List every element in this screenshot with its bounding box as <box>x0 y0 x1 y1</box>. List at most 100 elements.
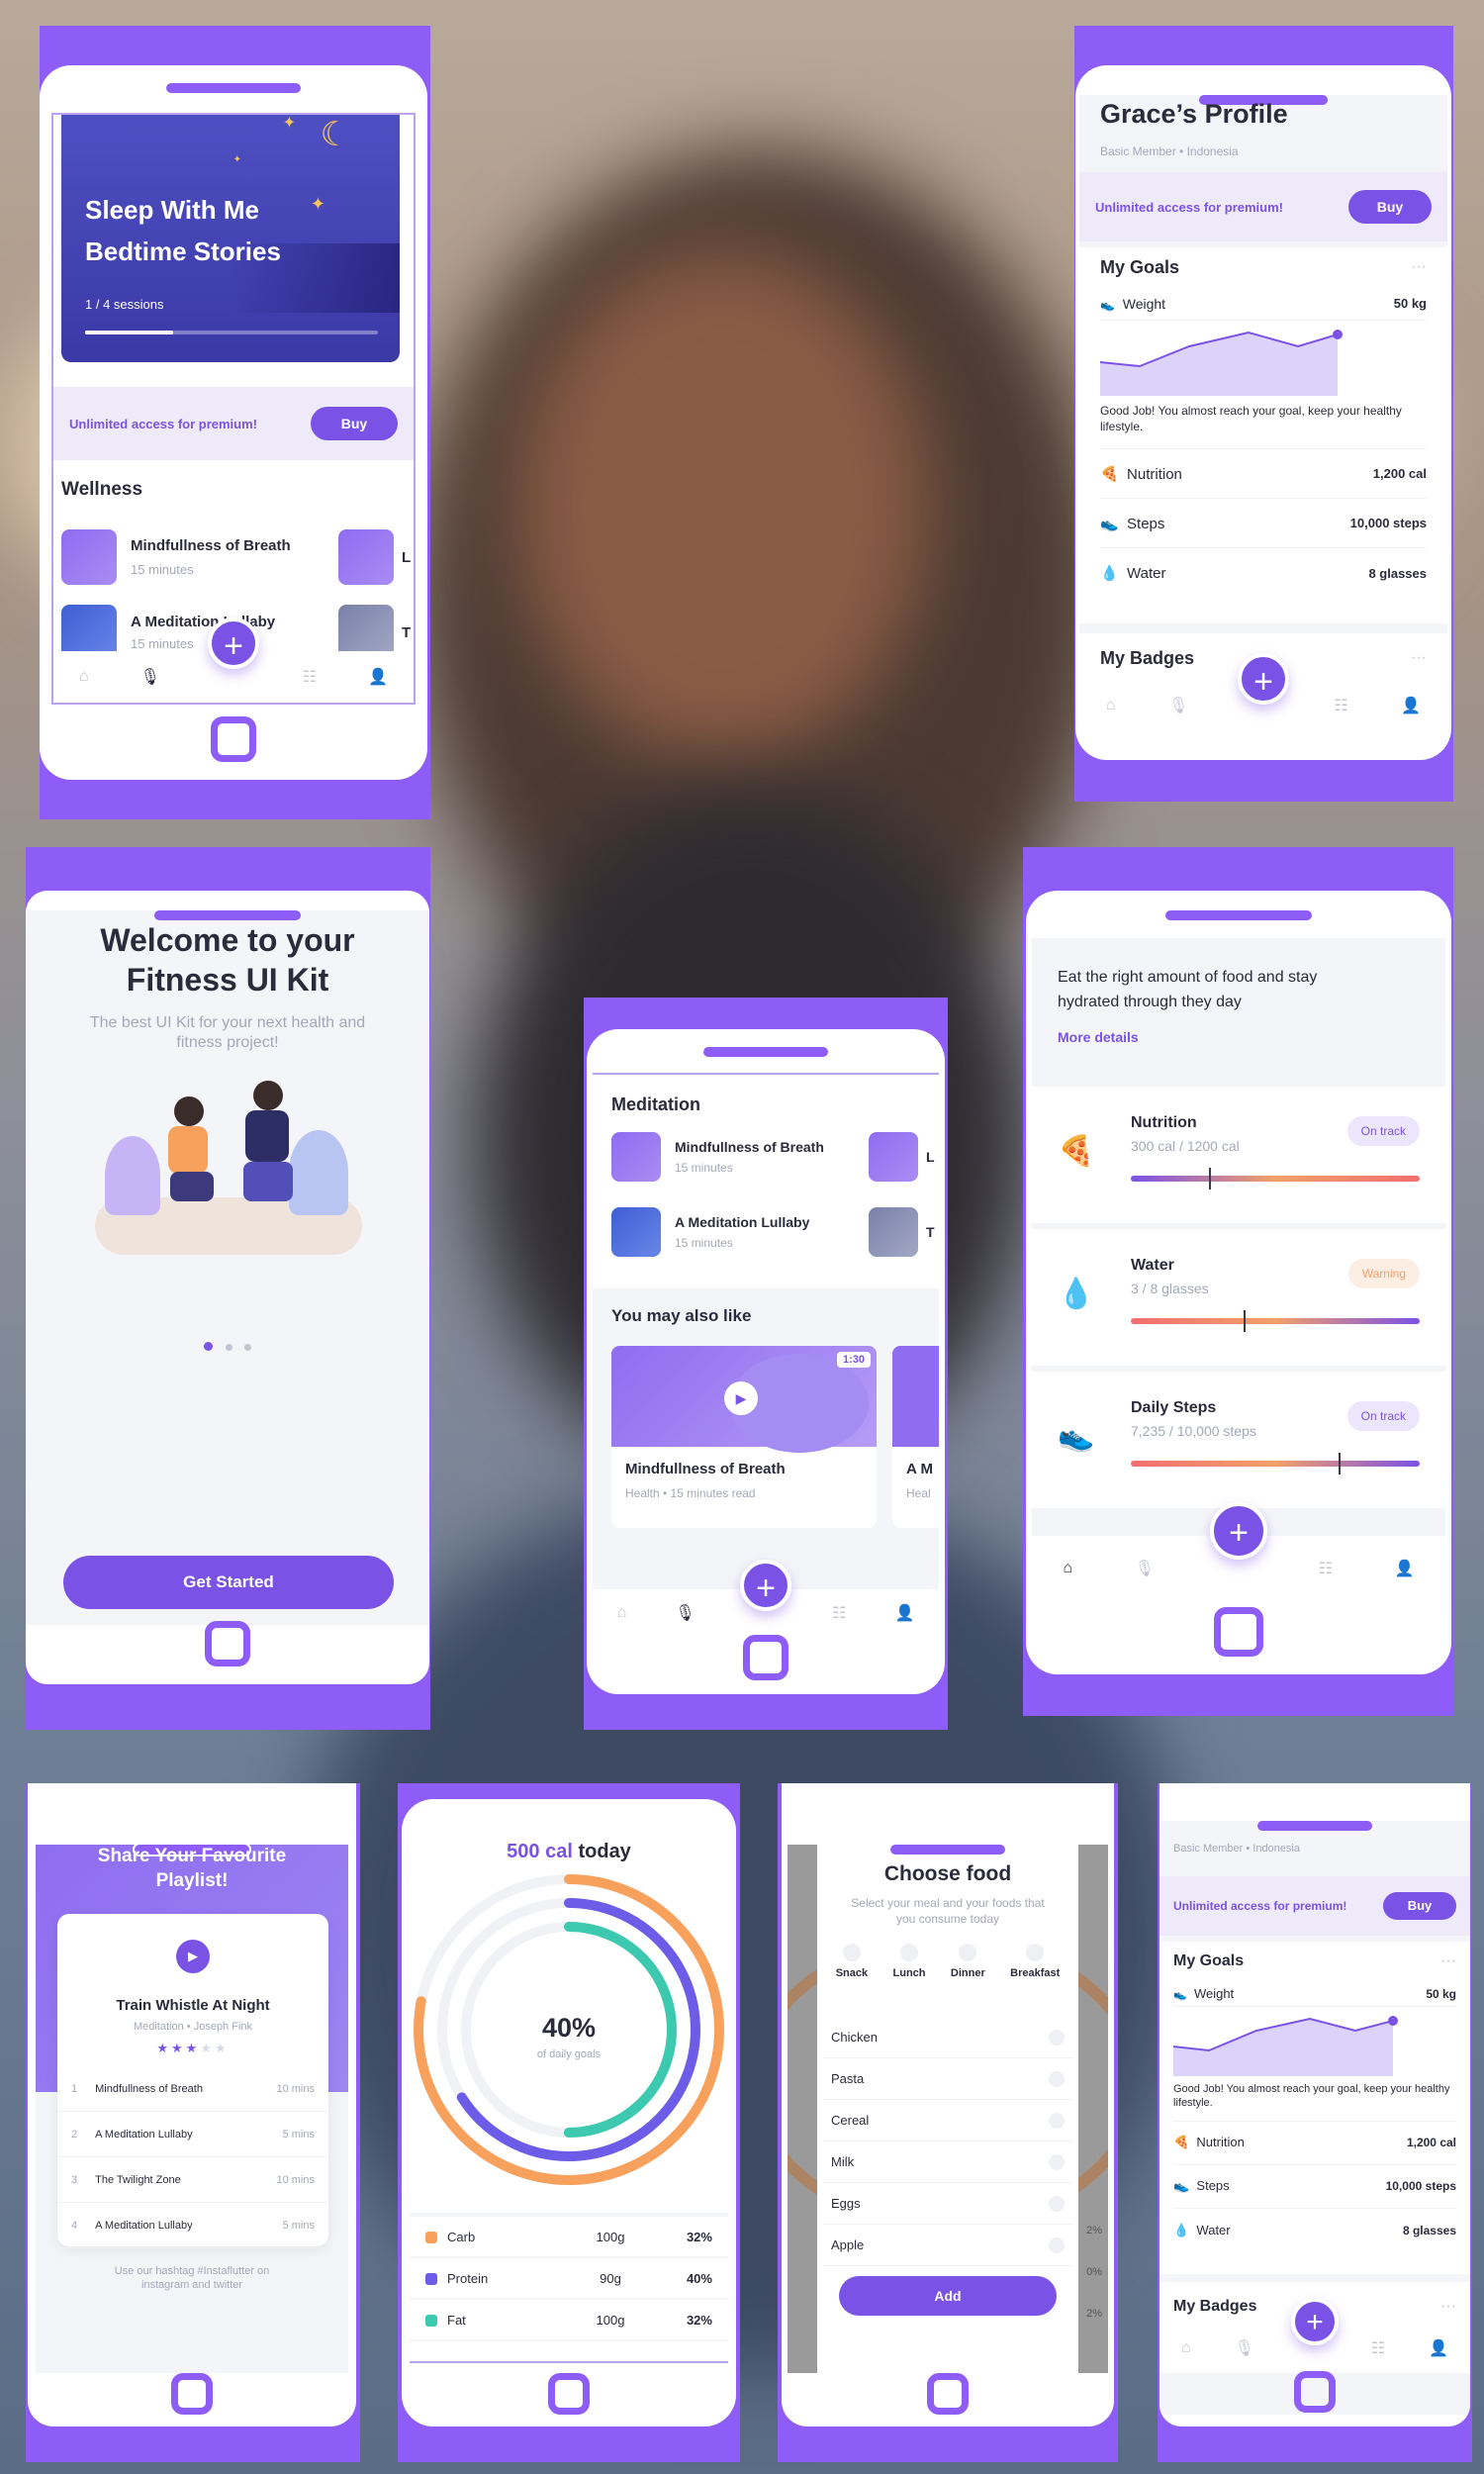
tracker-card[interactable]: 👟 Daily Steps 7,235 / 10,000 steps On track <box>1032 1372 1445 1508</box>
get-started-button[interactable]: Get Started <box>63 1556 394 1609</box>
header-line: Playlist! <box>155 1869 229 1891</box>
buy-button[interactable]: Buy <box>1383 1892 1456 1920</box>
home-icon[interactable]: ⌂ <box>1063 1560 1072 1577</box>
track-row[interactable]: 4 A Meditation Lullaby 5 mins <box>57 2203 328 2248</box>
home-button[interactable] <box>1214 1607 1263 1657</box>
star-icon[interactable]: ★ <box>186 2041 201 2055</box>
more-icon[interactable]: ··· <box>1440 1952 1456 1970</box>
user-icon[interactable]: 👤 <box>1401 696 1421 715</box>
rating-stars[interactable]: ★★★★★ <box>57 2041 328 2056</box>
star-icon[interactable]: ★ <box>156 2041 171 2055</box>
home-icon[interactable]: ⌂ <box>1181 2339 1191 2357</box>
pager-dot-active[interactable] <box>204 1342 214 1351</box>
pager-dot[interactable] <box>225 1344 232 1351</box>
meal-option[interactable]: Lunch <box>893 1944 926 1979</box>
meal-option[interactable]: Dinner <box>951 1944 985 1979</box>
home-icon[interactable]: ⌂ <box>617 1604 627 1622</box>
add-fab[interactable]: + <box>208 618 259 669</box>
play-icon[interactable]: ▶ <box>176 1940 210 1973</box>
list-icon[interactable]: ☷ <box>1371 2338 1385 2358</box>
mic-icon[interactable]: 🎙 <box>1168 696 1188 715</box>
food-checkbox[interactable] <box>1049 2112 1065 2129</box>
tracker-progress-marker[interactable] <box>1243 1310 1246 1332</box>
home-icon[interactable]: ⌂ <box>1106 697 1116 714</box>
food-checkbox[interactable] <box>1049 2070 1065 2087</box>
macro-swatch <box>425 2232 437 2244</box>
mic-icon[interactable]: 🎙 <box>140 667 160 687</box>
home-button[interactable] <box>1294 2371 1336 2413</box>
meal-option[interactable]: Breakfast <box>1010 1944 1060 1979</box>
list-icon[interactable]: ☷ <box>303 667 317 687</box>
tracker-subtitle: 7,235 / 10,000 steps <box>1131 1423 1256 1439</box>
food-checkbox[interactable] <box>1049 2029 1065 2046</box>
track-name: A Meditation Lullaby <box>95 2128 193 2141</box>
list-icon[interactable]: ☷ <box>1319 1559 1333 1578</box>
home-button[interactable] <box>205 1621 250 1666</box>
add-fab[interactable]: + <box>740 1560 791 1611</box>
item-title: Mindfullness of Breath <box>675 1139 824 1155</box>
food-row[interactable]: Pasta <box>823 2058 1072 2100</box>
buy-button[interactable]: Buy <box>311 407 398 440</box>
home-button[interactable] <box>171 2373 213 2415</box>
home-button[interactable] <box>743 1635 788 1680</box>
star-icon[interactable]: ★ <box>215 2041 230 2055</box>
phone-notch <box>154 910 301 920</box>
star-icon[interactable]: ★ <box>171 2041 186 2055</box>
macro-swatch <box>425 2273 437 2286</box>
goals-title: My Goals <box>1100 256 1180 277</box>
list-item[interactable]: A Meditation Lullaby 15 minutes T <box>611 1207 939 1257</box>
list-icon[interactable]: ☷ <box>832 1603 846 1623</box>
stat-label: Steps <box>1127 515 1165 532</box>
tracker-progress-marker[interactable] <box>1339 1453 1342 1475</box>
membership-line: Basic Member • Indonesia <box>1173 1843 1300 1855</box>
buy-button[interactable]: Buy <box>1348 190 1432 224</box>
food-row[interactable]: Cereal <box>823 2100 1072 2141</box>
list-item[interactable]: Mindfullness of Breath 15 minutes L <box>61 521 414 594</box>
food-row[interactable]: Milk <box>823 2141 1072 2183</box>
tracker-card[interactable]: 🍕 Nutrition 300 cal / 1200 cal On track <box>1032 1087 1445 1223</box>
track-meta: Meditation • Joseph Fink <box>133 2021 253 2033</box>
food-row[interactable]: Chicken <box>823 2017 1072 2058</box>
stat-row: 👟 Steps 10,000 steps <box>1173 2165 1456 2209</box>
user-icon[interactable]: 👤 <box>894 1603 914 1623</box>
add-fab[interactable]: + <box>1210 1502 1267 1560</box>
track-row[interactable]: 2 A Meditation Lullaby 5 mins <box>57 2112 328 2157</box>
list-icon[interactable]: ☷ <box>1334 696 1347 715</box>
mic-icon[interactable]: 🎙 <box>675 1603 695 1623</box>
home-button[interactable] <box>548 2373 590 2415</box>
play-icon[interactable]: ▶ <box>724 1381 758 1415</box>
mic-icon[interactable]: 🎙 <box>1235 2338 1254 2358</box>
pager-dot[interactable] <box>243 1344 251 1351</box>
add-fab[interactable]: + <box>1238 653 1289 705</box>
track-row[interactable]: 3 The Twilight Zone 10 mins <box>57 2157 328 2203</box>
user-icon[interactable]: 👤 <box>1429 2338 1448 2358</box>
add-button[interactable]: Add <box>839 2276 1057 2316</box>
percent-value: 40% <box>541 2013 597 2043</box>
more-icon[interactable]: ··· <box>1411 649 1427 667</box>
track-row[interactable]: 1 Mindfullness of Breath 10 mins <box>57 2066 328 2112</box>
meal-option[interactable]: Snack <box>836 1944 868 1979</box>
tracker-progress-marker[interactable] <box>1208 1168 1211 1189</box>
recommend-card[interactable]: A M Heal <box>892 1346 939 1528</box>
recommend-card[interactable]: 1:30 ▶ Mindfullness of Breath Health • 1… <box>611 1346 877 1528</box>
food-checkbox[interactable] <box>1049 2236 1065 2253</box>
sleep-hero-card[interactable]: ☾ ✦ ✦ ✦ Sleep With Me Bedtime Stories 1 … <box>61 115 400 362</box>
user-icon[interactable]: 👤 <box>1395 1559 1415 1578</box>
food-checkbox[interactable] <box>1049 2153 1065 2170</box>
food-checkbox[interactable] <box>1049 2195 1065 2212</box>
user-icon[interactable]: 👤 <box>368 667 388 687</box>
tracker-card[interactable]: 💧 Water 3 / 8 glasses Warning <box>1032 1229 1445 1366</box>
mic-icon[interactable]: 🎙 <box>1135 1559 1155 1578</box>
list-item[interactable]: Mindfullness of Breath 15 minutes L <box>611 1132 939 1182</box>
home-icon[interactable]: ⌂ <box>79 668 89 686</box>
recommend-card-image: 1:30 ▶ <box>611 1346 877 1453</box>
star-icon[interactable]: ★ <box>200 2041 215 2055</box>
food-row[interactable]: Apple <box>823 2225 1072 2266</box>
more-icon[interactable]: ··· <box>1411 258 1427 276</box>
home-button[interactable] <box>211 716 256 762</box>
add-fab[interactable]: + <box>1291 2298 1339 2345</box>
more-icon[interactable]: ··· <box>1440 2298 1456 2316</box>
home-button[interactable] <box>927 2373 969 2415</box>
food-row[interactable]: Eggs <box>823 2183 1072 2225</box>
more-details-link[interactable]: More details <box>1058 1029 1420 1045</box>
